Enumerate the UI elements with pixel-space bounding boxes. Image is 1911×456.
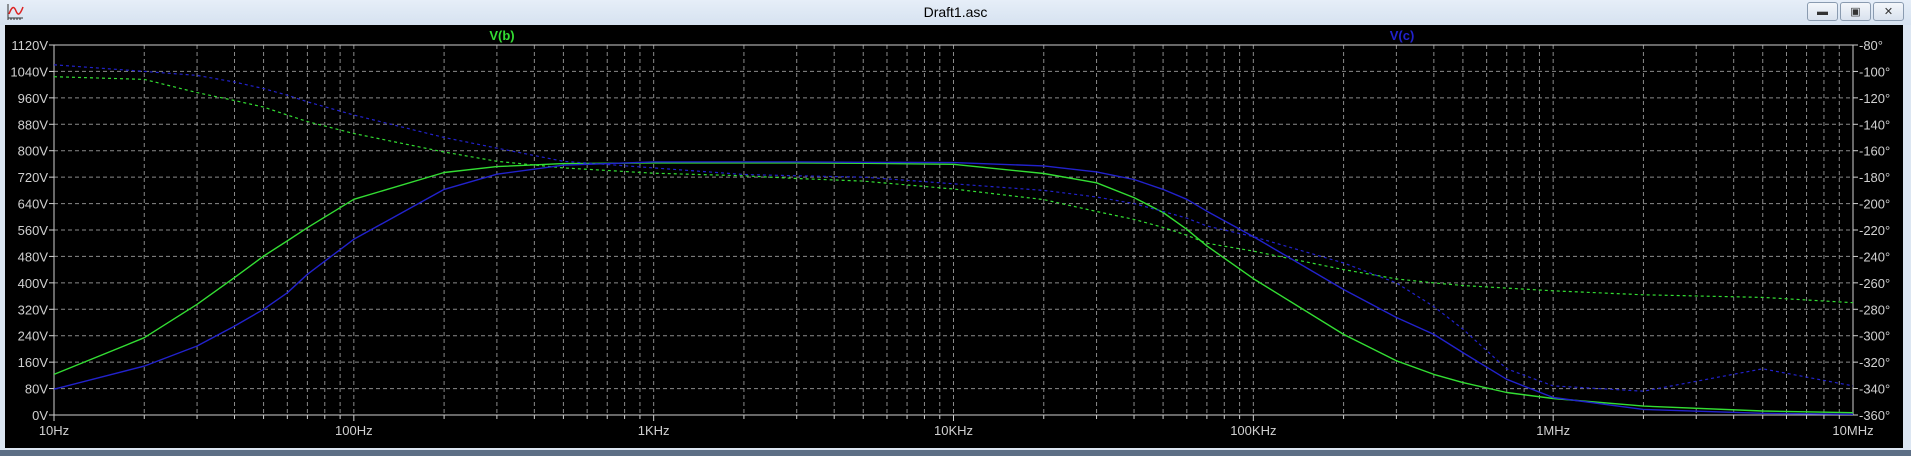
y2-tick-label: -120°: [1859, 91, 1890, 106]
y2-tick-label: -280°: [1859, 302, 1890, 317]
x-tick-label: 1KHz: [638, 423, 670, 438]
y2-tick-label: -320°: [1859, 355, 1890, 370]
y-tick-label: 400V: [18, 276, 49, 291]
y-tick-label: 0V: [32, 408, 48, 423]
y-tick-label: 480V: [18, 249, 49, 264]
y2-tick-label: -360°: [1859, 408, 1890, 423]
y-tick-label: 800V: [18, 144, 49, 159]
y2-tick-label: -340°: [1859, 382, 1890, 397]
x-tick-label: 10KHz: [934, 423, 973, 438]
x-tick-label: 1MHz: [1536, 423, 1570, 438]
y-tick-label: 720V: [18, 170, 49, 185]
x-tick-label: 100KHz: [1230, 423, 1276, 438]
y2-tick-label: -160°: [1859, 144, 1890, 159]
y-tick-label: 160V: [18, 355, 49, 370]
legend-vb[interactable]: V(b): [489, 28, 514, 43]
y-tick-label: 1120V: [11, 38, 48, 53]
x-tick-label: 100Hz: [335, 423, 373, 438]
y-tick-label: 320V: [18, 302, 49, 317]
y2-tick-label: -260°: [1859, 276, 1890, 291]
y2-tick-label: -80°: [1859, 38, 1883, 53]
y2-tick-label: -300°: [1859, 329, 1890, 344]
x-tick-label: 10MHz: [1832, 423, 1873, 438]
y2-tick-label: -180°: [1859, 170, 1890, 185]
y-tick-label: 960V: [18, 91, 49, 106]
y-tick-label: 560V: [18, 223, 49, 238]
y2-tick-label: -240°: [1859, 249, 1890, 264]
x-tick-label: 10Hz: [39, 423, 69, 438]
y-tick-label: 80V: [25, 382, 48, 397]
y-tick-label: 880V: [18, 117, 49, 132]
bode-plot[interactable]: 0V 80V 160V 240V 320V 400V 480V 560V 640V 720V 800…: [0, 0, 1911, 456]
y2-tick-label: -200°: [1859, 197, 1890, 212]
y2-tick-label: -140°: [1859, 117, 1890, 132]
y-tick-label: 240V: [18, 329, 49, 344]
y2-tick-label: -220°: [1859, 223, 1890, 238]
y-tick-label: 640V: [18, 197, 49, 212]
grid: [54, 45, 1853, 415]
y2-tick-label: -100°: [1859, 64, 1890, 79]
y-tick-label: 1040V: [10, 64, 48, 79]
legend-vc[interactable]: V(c): [1390, 28, 1415, 43]
